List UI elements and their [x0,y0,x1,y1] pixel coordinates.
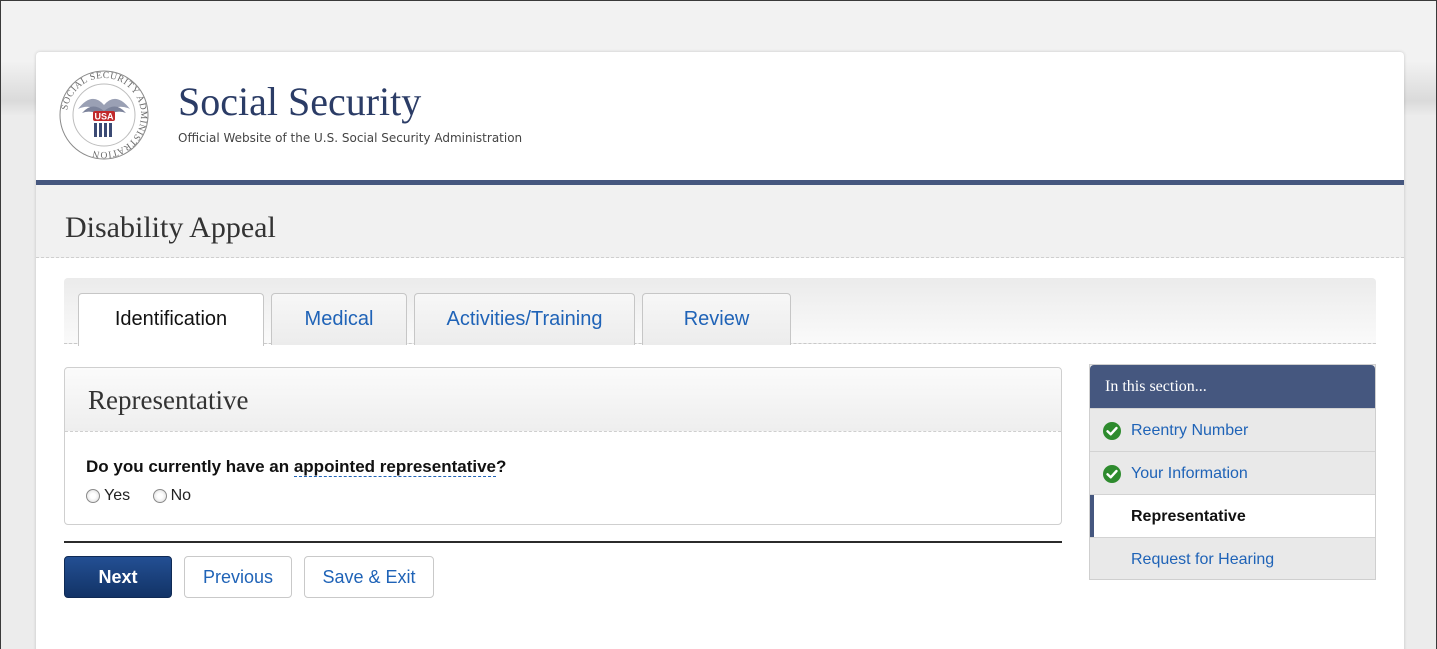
form-divider [64,541,1062,543]
browser-page: SOCIAL SECURITY ADMINISTRATION USA Socia… [0,0,1437,649]
representative-radio-group: Yes No [86,487,209,508]
site-header: SOCIAL SECURITY ADMINISTRATION USA Socia… [36,52,1404,180]
question-suffix: ? [496,457,507,476]
page-title: Disability Appeal [65,211,276,244]
sidenav-item-representative: Representative [1090,494,1375,537]
site-subtitle: Official Website of the U.S. Social Secu… [178,131,523,145]
previous-button[interactable]: Previous [184,556,292,598]
sidenav-item-label[interactable]: Your Information [1131,452,1248,495]
seal-badge-text: USA [94,112,114,122]
tab-bar: Identification Medical Activities/Traini… [64,278,1376,346]
representative-question: Do you currently have an appointed repre… [86,457,506,477]
sidenav-item-reentry-number[interactable]: Reentry Number [1090,408,1375,451]
radio-yes-circle[interactable] [86,489,100,503]
tab-medical[interactable]: Medical [271,293,407,345]
sidenav-item-request-for-hearing[interactable]: Request for Hearing [1090,537,1375,580]
question-prefix: Do you currently have an [86,457,294,476]
radio-no-circle[interactable] [152,489,167,503]
check-circle-icon [1103,465,1121,483]
section-sidenav: In this section... Reentry Number Your I… [1089,364,1376,580]
radio-yes-label[interactable]: Yes [104,487,130,505]
next-button[interactable]: Next [64,556,172,598]
tab-activities-training[interactable]: Activities/Training [414,293,635,345]
page-title-band: Disability Appeal [36,185,1404,258]
tab-identification[interactable]: Identification [78,293,264,346]
tab-review[interactable]: Review [642,293,791,345]
check-circle-icon [1103,422,1121,440]
representative-panel: Representative Do you currently have an … [64,367,1062,525]
sidenav-item-label[interactable]: Request for Hearing [1131,538,1274,581]
radio-no-label[interactable]: No [171,487,191,505]
ssa-seal-logo[interactable]: SOCIAL SECURITY ADMINISTRATION USA [58,69,150,161]
app-card: SOCIAL SECURITY ADMINISTRATION USA Socia… [36,52,1404,649]
sidenav-heading: In this section... [1090,365,1375,408]
radio-yes[interactable]: Yes [86,487,130,505]
site-title[interactable]: Social Security [178,78,421,126]
sidenav-item-label: Representative [1131,508,1246,525]
section-title: Representative [88,385,249,415]
radio-no[interactable]: No [152,487,191,505]
save-exit-button[interactable]: Save & Exit [304,556,434,598]
sidenav-item-label[interactable]: Reentry Number [1131,409,1248,452]
appointed-representative-term-link[interactable]: appointed representative [293,457,497,477]
sidenav-item-your-information[interactable]: Your Information [1090,451,1375,494]
